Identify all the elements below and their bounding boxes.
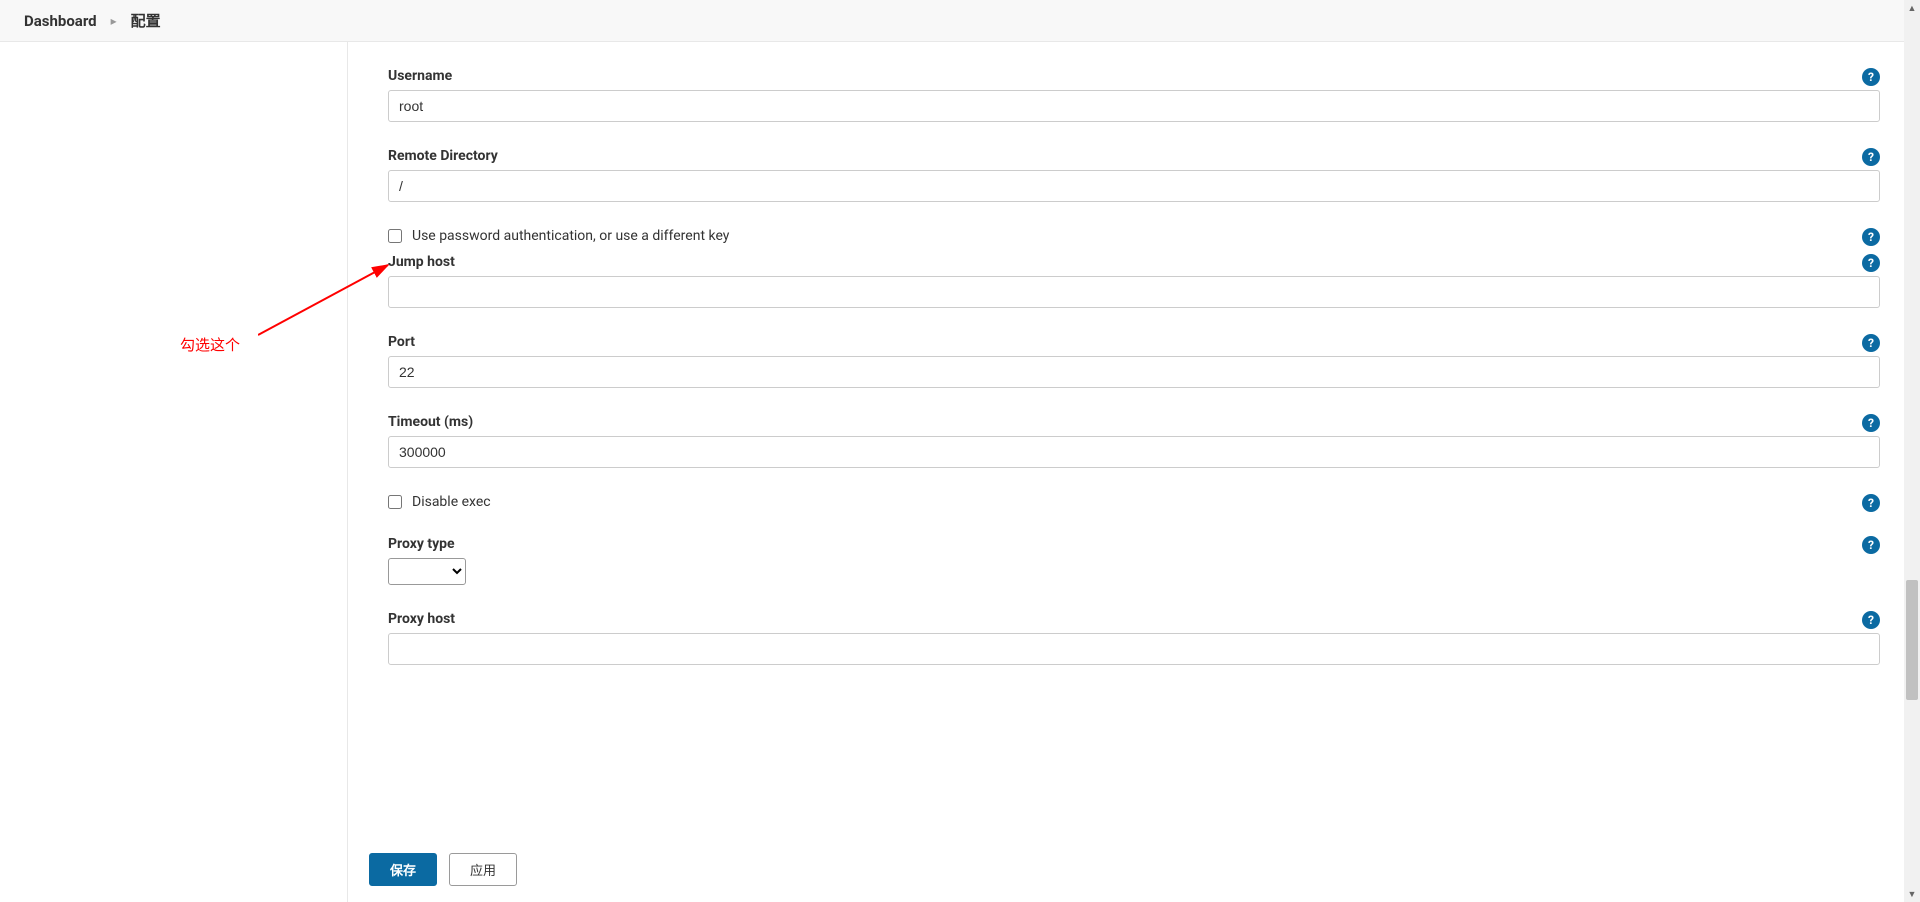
label-proxy-host: Proxy host (388, 611, 1880, 627)
breadcrumb: Dashboard ▸ 配置 (0, 0, 1920, 42)
field-username: Username ? (388, 68, 1880, 122)
scrollbar-thumb[interactable] (1906, 580, 1918, 700)
label-disable-exec: Disable exec (412, 494, 491, 510)
field-jump-host: Jump host ? (388, 254, 1880, 308)
field-remote-directory: Remote Directory ? (388, 148, 1880, 202)
save-button[interactable]: 保存 (369, 853, 437, 886)
form-panel: Username ? Remote Directory ? Use passwo… (348, 42, 1920, 902)
help-icon[interactable]: ? (1862, 494, 1880, 512)
label-use-password: Use password authentication, or use a di… (412, 228, 729, 244)
left-panel: 勾选这个 (0, 42, 348, 902)
select-proxy-type[interactable] (388, 558, 466, 585)
field-timeout: Timeout (ms) ? (388, 414, 1880, 468)
footer-actions: 保存 应用 (349, 836, 1904, 902)
field-proxy-host: Proxy host ? (388, 611, 1880, 665)
checkbox-use-password[interactable] (388, 229, 402, 243)
help-icon[interactable]: ? (1862, 536, 1880, 554)
help-icon[interactable]: ? (1862, 414, 1880, 432)
help-icon[interactable]: ? (1862, 148, 1880, 166)
checkbox-disable-exec[interactable] (388, 495, 402, 509)
chevron-right-icon: ▸ (111, 14, 117, 28)
help-icon[interactable]: ? (1862, 611, 1880, 629)
input-remote-directory[interactable] (388, 170, 1880, 202)
help-icon[interactable]: ? (1862, 68, 1880, 86)
label-jump-host: Jump host (388, 254, 1880, 270)
label-username: Username (388, 68, 1880, 84)
input-timeout[interactable] (388, 436, 1880, 468)
scrollbar[interactable]: ▲ ▼ (1904, 0, 1920, 902)
scroll-down-icon[interactable]: ▼ (1904, 886, 1920, 902)
field-use-password: Use password authentication, or use a di… (388, 228, 1880, 244)
label-remote-directory: Remote Directory (388, 148, 1880, 164)
field-proxy-type: Proxy type ? (388, 536, 1880, 585)
breadcrumb-root[interactable]: Dashboard (24, 12, 97, 30)
help-icon[interactable]: ? (1862, 254, 1880, 272)
input-port[interactable] (388, 356, 1880, 388)
breadcrumb-current: 配置 (131, 10, 161, 31)
label-proxy-type: Proxy type (388, 536, 1880, 552)
field-disable-exec: Disable exec ? (388, 494, 1880, 510)
help-icon[interactable]: ? (1862, 228, 1880, 246)
label-timeout: Timeout (ms) (388, 414, 1880, 430)
label-port: Port (388, 334, 1880, 350)
annotation-text: 勾选这个 (180, 334, 240, 355)
help-icon[interactable]: ? (1862, 334, 1880, 352)
input-username[interactable] (388, 90, 1880, 122)
apply-button[interactable]: 应用 (449, 853, 517, 886)
scroll-up-icon[interactable]: ▲ (1904, 0, 1920, 16)
input-jump-host[interactable] (388, 276, 1880, 308)
input-proxy-host[interactable] (388, 633, 1880, 665)
field-port: Port ? (388, 334, 1880, 388)
